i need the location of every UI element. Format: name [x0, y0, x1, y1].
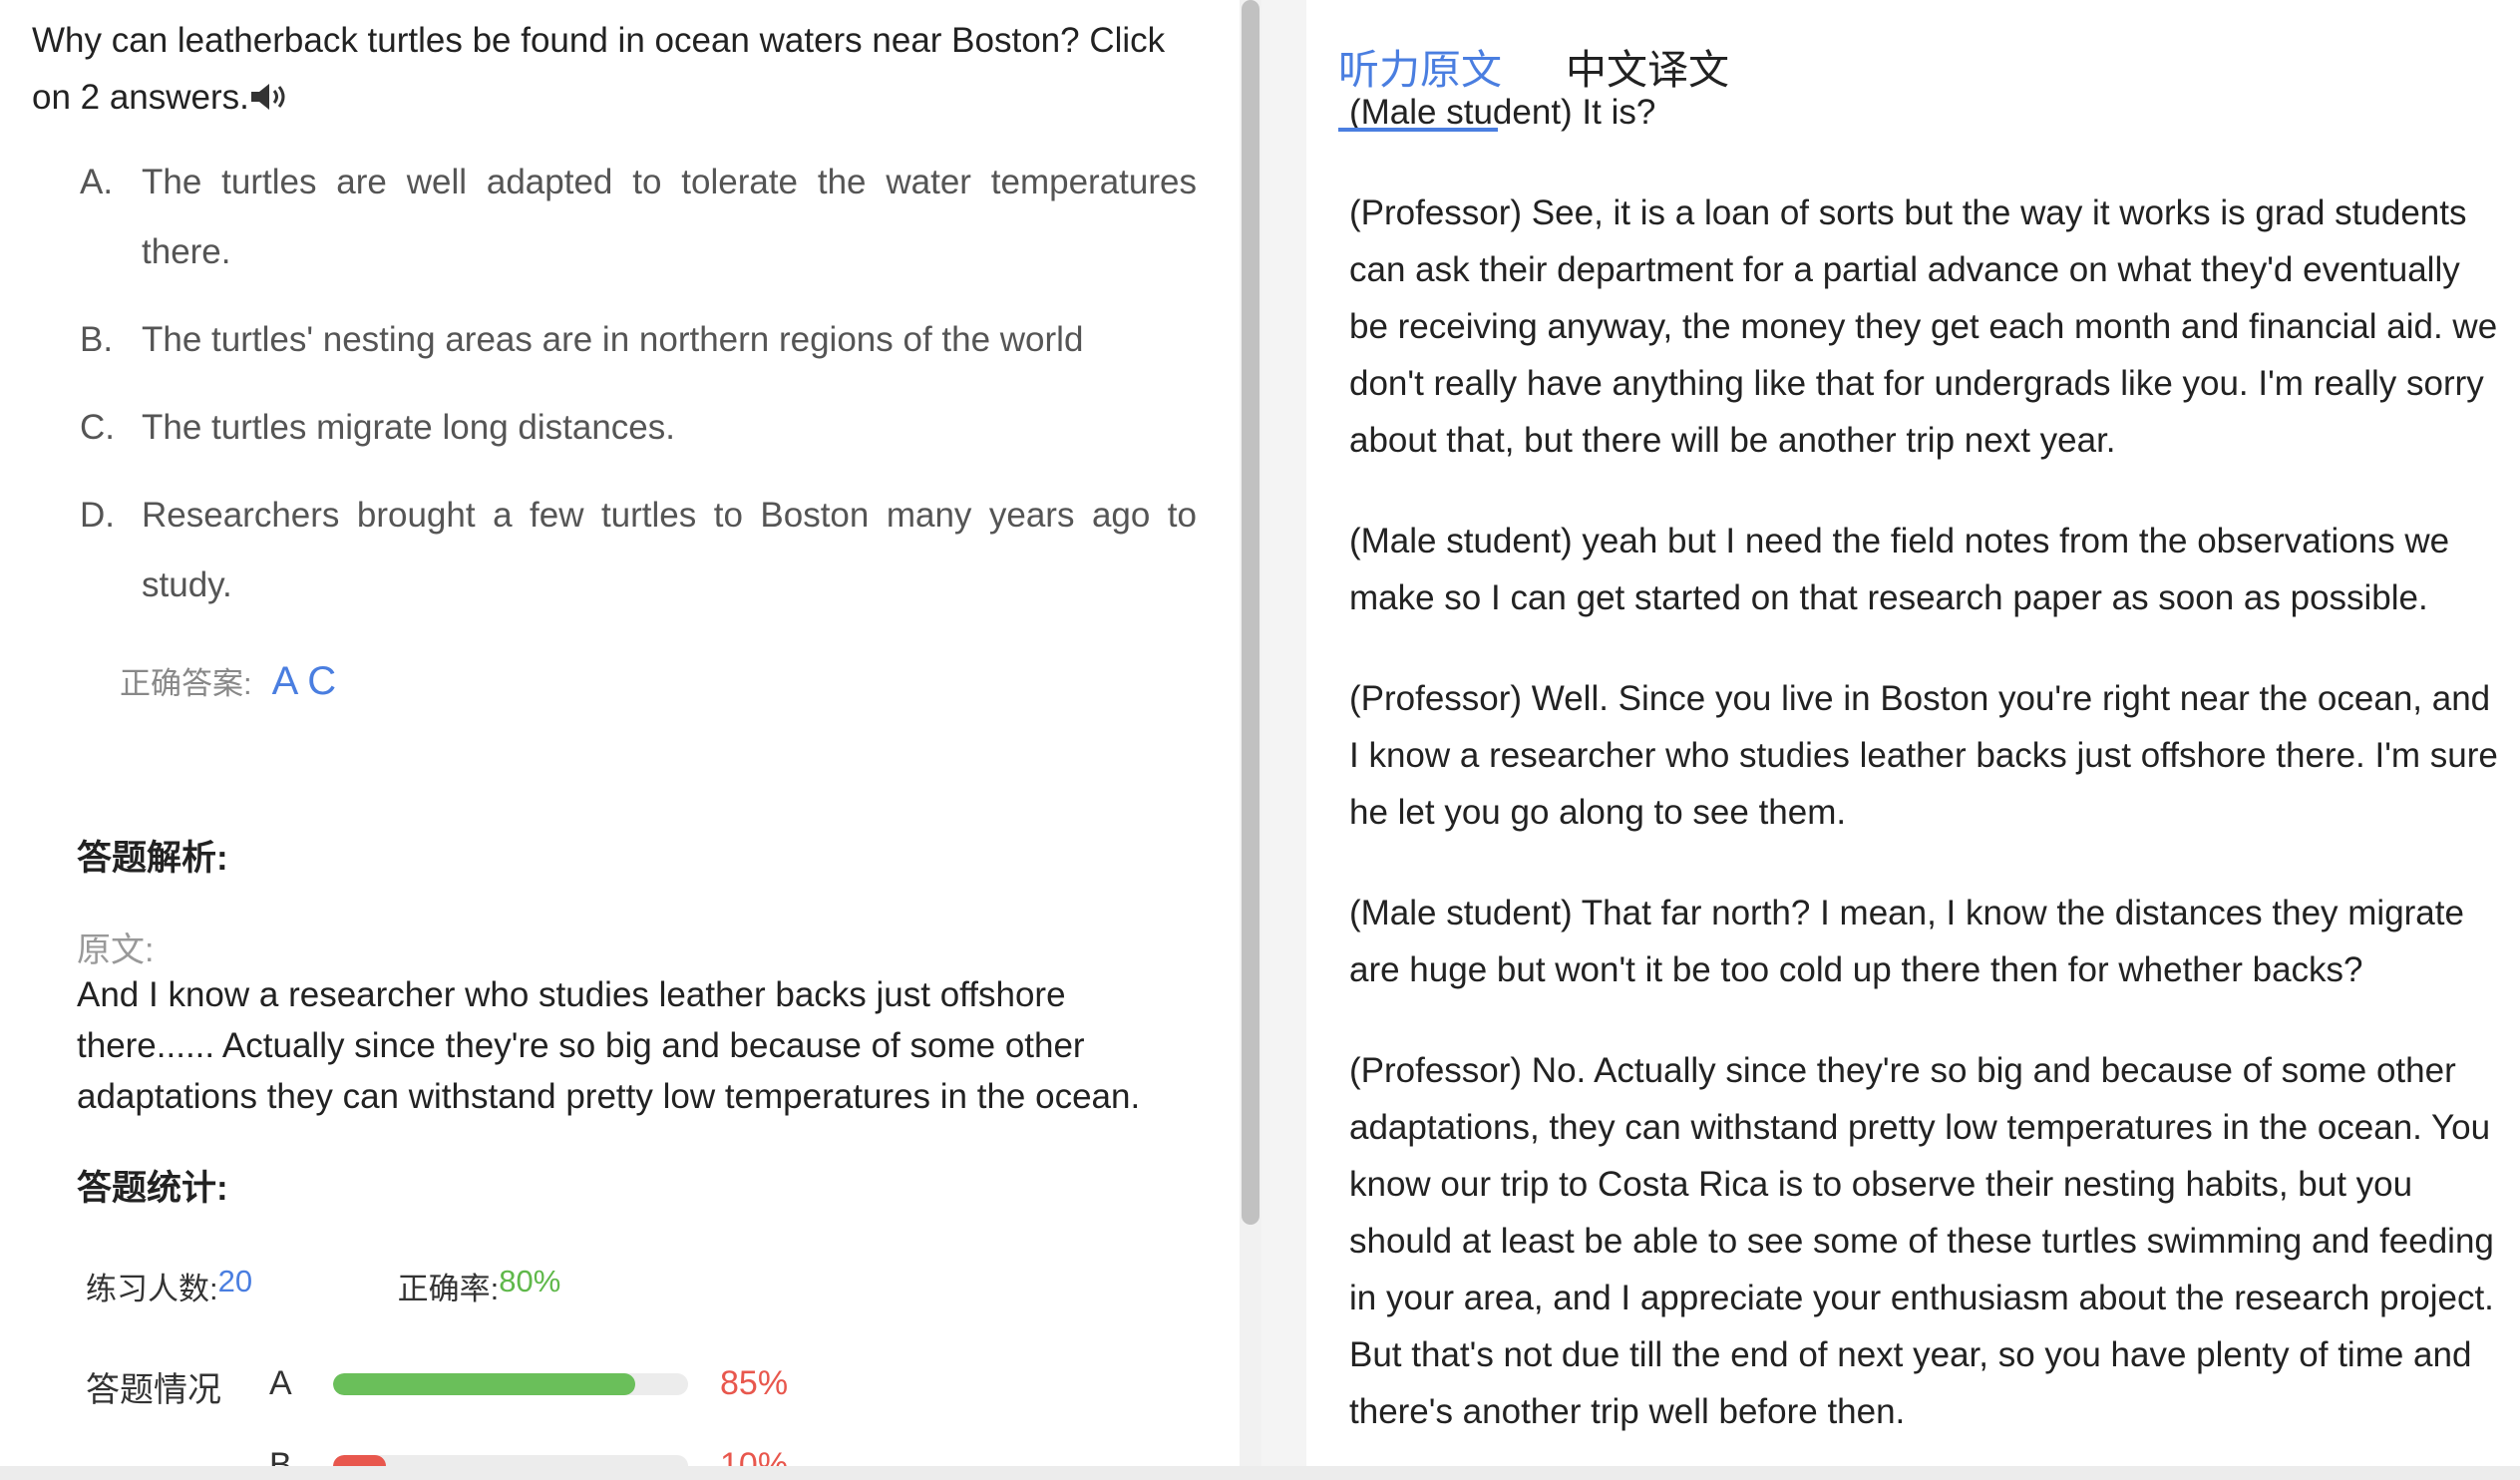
accuracy-label: 正确率: — [397, 1272, 500, 1306]
stats-title: 答题统计: — [77, 1169, 228, 1208]
correct-answer-label: 正确答案: — [120, 666, 252, 701]
active-tab-indicator — [1338, 128, 1498, 132]
option-b[interactable]: B. The turtles' nesting areas are in nor… — [80, 305, 1197, 375]
accuracy-value: 80% — [499, 1264, 561, 1298]
practice-count-label: 练习人数: — [86, 1272, 218, 1306]
question-text: Why can leatherback turtles be found in … — [32, 21, 1166, 117]
speaker-icon[interactable] — [249, 72, 293, 110]
analysis-title: 答题解析: — [77, 839, 228, 878]
bar-track — [333, 1454, 688, 1466]
option-letter: C. — [80, 408, 115, 447]
answer-bar-a: A 85% — [269, 1364, 788, 1403]
stats-summary: 练习人数: 20 正确率: 80% — [86, 1264, 560, 1308]
answer-bar-b: B 10% — [269, 1446, 788, 1466]
bar-letter: B — [269, 1446, 292, 1466]
options-list: A. The turtles are well adapted to toler… — [80, 148, 1197, 638]
practice-count: 20 — [217, 1264, 253, 1298]
bar-fill — [333, 1372, 635, 1395]
original-excerpt: And I know a researcher who studies leat… — [77, 975, 1141, 1116]
bar-percent: 85% — [720, 1364, 789, 1402]
left-scrollbar-thumb[interactable] — [1242, 0, 1260, 1225]
option-text: The turtles are well adapted to tolerate… — [142, 163, 1197, 271]
answer-situation-label: 答题情况 — [86, 1371, 221, 1409]
bar-letter: A — [269, 1364, 292, 1402]
option-a[interactable]: A. The turtles are well adapted to toler… — [80, 148, 1197, 287]
correct-answer-value: A C — [271, 659, 337, 703]
question-stem: Why can leatherback turtles be found in … — [32, 12, 1209, 126]
option-letter: B. — [80, 320, 114, 359]
correct-answer: 正确答案: A C — [120, 658, 336, 704]
transcript-paragraph: (Professor) No. Actually since they're s… — [1349, 1051, 2494, 1431]
transcript-panel: 听力原文 中文译文 (Male student) It is? (Profess… — [1306, 0, 2520, 1466]
transcript-paragraph: (Male student) yeah but I need the field… — [1349, 522, 2450, 617]
original-label: 原文: — [77, 931, 155, 969]
transcript-body: (Male student) It is? (Professor) See, i… — [1349, 93, 2506, 1466]
transcript-paragraph: (Male student) It is? — [1349, 93, 1656, 132]
transcript-paragraph: (Professor) See, it is a loan of sorts b… — [1349, 193, 2498, 460]
option-letter: D. — [80, 496, 115, 535]
option-d[interactable]: D. Researchers brought a few turtles to … — [80, 481, 1197, 620]
bar-track — [333, 1372, 688, 1395]
option-letter: A. — [80, 163, 114, 201]
bar-percent: 10% — [720, 1446, 789, 1466]
option-text: The turtles' nesting areas are in northe… — [142, 320, 1084, 359]
option-c[interactable]: C. The turtles migrate long distances. — [80, 393, 1197, 463]
bottom-edge — [0, 1466, 2520, 1480]
question-panel: Why can leatherback turtles be found in … — [0, 0, 1240, 1466]
transcript-paragraph: (Male student) That far north? I mean, I… — [1349, 894, 2464, 989]
transcript-paragraph: (Professor) Well. Since you live in Bost… — [1349, 679, 2498, 832]
bar-fill — [333, 1454, 387, 1466]
option-text: The turtles migrate long distances. — [142, 408, 675, 447]
option-text: Researchers brought a few turtles to Bos… — [142, 496, 1197, 604]
